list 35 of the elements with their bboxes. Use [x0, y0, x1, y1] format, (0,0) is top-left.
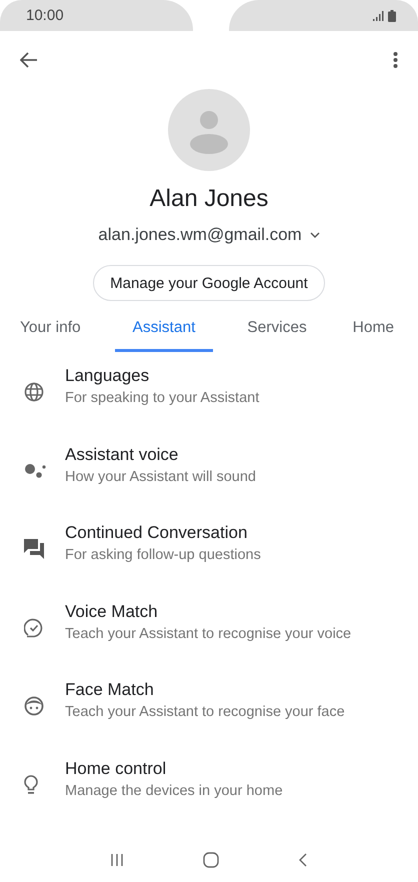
recent-apps-icon[interactable]: [110, 852, 124, 866]
setting-title[interactable]: Home control: [65, 758, 166, 778]
manage-account-button[interactable]: Manage your Google Account: [93, 265, 325, 301]
more-options-icon[interactable]: [393, 52, 398, 68]
setting-description: Teach your Assistant to recognise your voice: [65, 626, 352, 642]
setting-title[interactable]: Languages: [65, 366, 150, 386]
setting-title[interactable]: Assistant voice: [65, 444, 178, 464]
globe-icon: [24, 382, 44, 402]
setting-title[interactable]: Voice Match: [65, 602, 158, 622]
smiley-icon: [24, 696, 44, 716]
lightbulb-icon: [24, 774, 38, 794]
signal-icon: [373, 10, 385, 20]
tab[interactable]: Home: [340, 309, 406, 352]
check-bubble-icon: [24, 618, 44, 638]
avatar-icon: [168, 89, 250, 171]
tab[interactable]: Your info: [8, 309, 93, 352]
tab[interactable]: Assistant: [114, 309, 214, 352]
setting-description: Manage the devices in your home: [65, 782, 283, 798]
setting-description: For speaking to your Assistant: [65, 390, 260, 406]
account-name: Alan Jones: [150, 185, 268, 213]
chat-bubbles-icon: [24, 539, 44, 559]
setting-title[interactable]: Face Match: [65, 680, 154, 700]
setting-description: For asking follow-up questions: [65, 547, 261, 563]
clock-time: 10:00: [26, 7, 64, 24]
home-icon[interactable]: [202, 852, 219, 868]
setting-description: Teach your Assistant to recognise your face: [65, 704, 345, 720]
setting-title[interactable]: Continued Conversation: [65, 523, 248, 543]
assistant-dots-icon: [24, 462, 46, 480]
back-icon[interactable]: [298, 852, 308, 866]
back-arrow-icon[interactable]: [20, 52, 38, 68]
chevron-down-icon[interactable]: [310, 232, 320, 238]
account-email[interactable]: alan.jones.wm@gmail.com: [98, 225, 302, 245]
tab[interactable]: Services: [235, 309, 319, 352]
setting-description: How your Assistant will sound: [65, 468, 256, 484]
battery-icon: [388, 10, 396, 22]
